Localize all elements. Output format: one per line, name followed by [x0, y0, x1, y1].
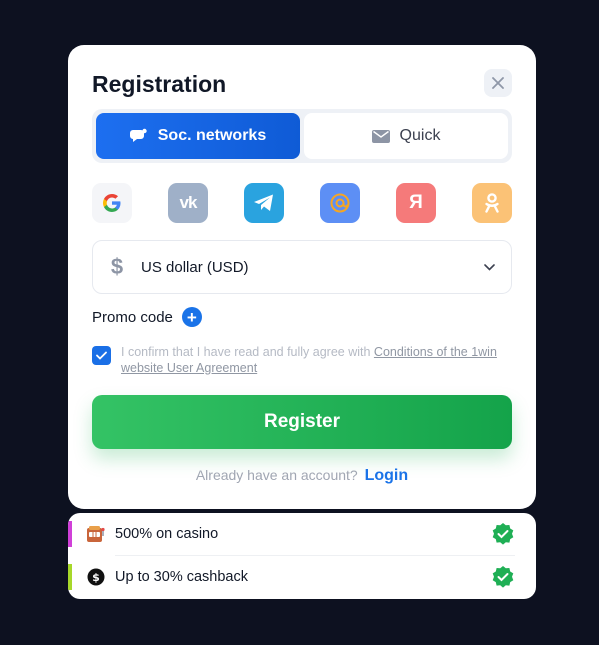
promo-code-label: Promo code	[92, 308, 173, 326]
telegram-button[interactable]	[244, 183, 284, 223]
telegram-icon	[254, 194, 273, 211]
register-button[interactable]: Register	[92, 395, 512, 449]
svg-text:$: $	[92, 571, 100, 584]
bonus-item-cashback: $ Up to 30% cashback	[68, 556, 536, 598]
yandex-icon: Я	[409, 192, 423, 213]
bonus-accent-bar	[68, 521, 72, 547]
check-icon	[96, 351, 107, 360]
agreement-checkbox[interactable]	[92, 346, 111, 365]
verified-check-icon	[492, 523, 514, 545]
registration-tabs: Soc. networks Quick	[92, 109, 512, 163]
bonus-text-casino: 500% on casino	[115, 526, 219, 542]
envelope-icon	[371, 129, 390, 143]
slot-machine-icon	[86, 524, 106, 544]
cashback-icon: $	[86, 567, 106, 587]
login-prompt: Already have an account? Login	[68, 467, 536, 485]
chat-bubble-icon	[129, 128, 147, 142]
bonus-panel: 500% on casino $ Up to 30% cashback	[68, 513, 536, 599]
agreement-prefix: I confirm that I have read and fully agr…	[121, 345, 374, 359]
close-button[interactable]	[484, 69, 512, 97]
login-link[interactable]: Login	[365, 467, 409, 484]
google-button[interactable]	[92, 183, 132, 223]
dollar-icon: $	[110, 254, 124, 279]
bonus-accent-bar	[68, 564, 72, 590]
vk-icon: vk	[179, 193, 198, 212]
login-prompt-text: Already have an account?	[195, 467, 358, 483]
tab-soc-networks[interactable]: Soc. networks	[96, 113, 300, 159]
odnoklassniki-button[interactable]	[472, 183, 512, 223]
registration-modal: Registration Soc. networks Quick vk Я $ …	[68, 45, 536, 509]
yandex-button[interactable]: Я	[396, 183, 436, 223]
tab-soc-networks-label: Soc. networks	[157, 127, 267, 144]
agreement-text: I confirm that I have read and fully agr…	[121, 344, 502, 376]
mail-at-icon	[330, 193, 350, 213]
tab-quick-label: Quick	[399, 127, 441, 144]
chevron-down-icon	[483, 263, 495, 271]
vk-button[interactable]: vk	[168, 183, 208, 223]
agreement-row: I confirm that I have read and fully agr…	[92, 344, 502, 376]
plus-icon: +	[181, 307, 202, 327]
close-icon	[492, 77, 504, 89]
modal-title: Registration	[92, 71, 227, 97]
odnoklassniki-icon	[485, 193, 499, 213]
bonus-text-cashback: Up to 30% cashback	[115, 569, 248, 585]
currency-value: US dollar (USD)	[141, 258, 249, 276]
promo-code-toggle[interactable]: Promo code +	[92, 307, 202, 327]
social-login-row: vk Я	[92, 183, 512, 223]
currency-select[interactable]: $ US dollar (USD)	[92, 240, 512, 294]
verified-check-icon	[492, 566, 514, 588]
google-icon	[103, 194, 121, 212]
mail-button[interactable]	[320, 183, 360, 223]
tab-quick[interactable]: Quick	[304, 113, 508, 159]
bonus-item-casino: 500% on casino	[68, 513, 536, 555]
